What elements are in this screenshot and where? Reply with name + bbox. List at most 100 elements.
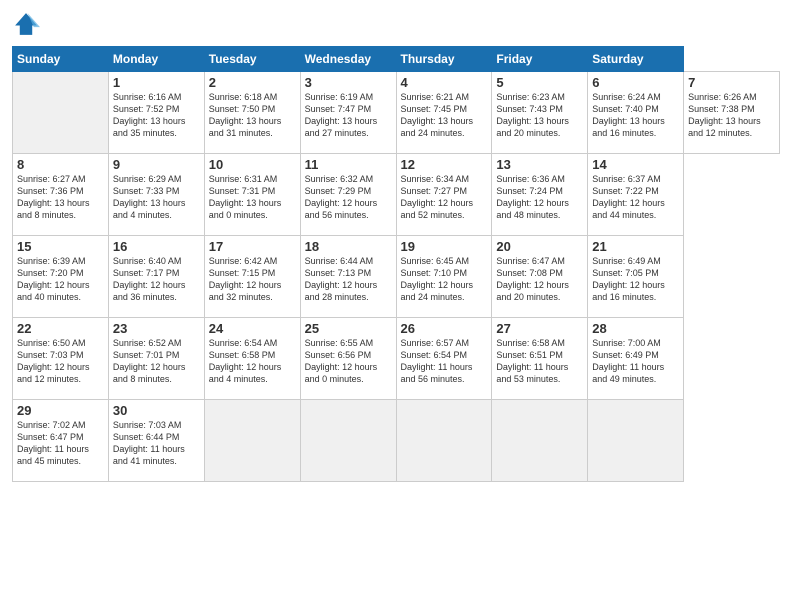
- day-number: 15: [17, 239, 104, 254]
- day-cell-10: 10Sunrise: 6:31 AMSunset: 7:31 PMDayligh…: [204, 154, 300, 236]
- day-number: 4: [401, 75, 488, 90]
- weekday-header-friday: Friday: [492, 47, 588, 72]
- day-cell-29: 29 Sunrise: 7:02 AMSunset: 6:47 PMDayligh…: [13, 400, 109, 482]
- day-number: 19: [401, 239, 488, 254]
- day-cell-4: 4 Sunrise: 6:21 AMSunset: 7:45 PMDaylight…: [396, 72, 492, 154]
- cell-info: Sunrise: 6:26 AMSunset: 7:38 PMDaylight:…: [688, 92, 761, 138]
- cell-info: Sunrise: 6:44 AMSunset: 7:13 PMDaylight:…: [305, 256, 378, 302]
- calendar-week-3: 15 Sunrise: 6:39 AMSunset: 7:20 PMDayligh…: [13, 236, 780, 318]
- day-number: 8: [17, 157, 104, 172]
- day-cell-25: 25 Sunrise: 6:55 AMSunset: 6:56 PMDayligh…: [300, 318, 396, 400]
- day-number: 6: [592, 75, 679, 90]
- day-number: 22: [17, 321, 104, 336]
- day-number: 30: [113, 403, 200, 418]
- page-header: [12, 10, 780, 38]
- cell-info: Sunrise: 6:50 AMSunset: 7:03 PMDaylight:…: [17, 338, 90, 384]
- day-cell-13: 13 Sunrise: 6:36 AMSunset: 7:24 PMDayligh…: [492, 154, 588, 236]
- day-cell-19: 19 Sunrise: 6:45 AMSunset: 7:10 PMDayligh…: [396, 236, 492, 318]
- day-number: 16: [113, 239, 200, 254]
- day-number: 27: [496, 321, 583, 336]
- cell-info: Sunrise: 6:39 AMSunset: 7:20 PMDaylight:…: [17, 256, 90, 302]
- weekday-header-wednesday: Wednesday: [300, 47, 396, 72]
- day-number: 9: [113, 157, 200, 172]
- day-number: 12: [401, 157, 488, 172]
- empty-cell: [204, 400, 300, 482]
- day-number: 5: [496, 75, 583, 90]
- cell-info: Sunrise: 6:52 AMSunset: 7:01 PMDaylight:…: [113, 338, 186, 384]
- day-cell-5: 5Sunrise: 6:23 AMSunset: 7:43 PMDaylight…: [492, 72, 588, 154]
- cell-info: Sunrise: 6:24 AMSunset: 7:40 PMDaylight:…: [592, 92, 665, 138]
- day-number: 7: [688, 75, 775, 90]
- cell-info: Sunrise: 7:00 AMSunset: 6:49 PMDaylight:…: [592, 338, 664, 384]
- day-cell-7: 7 Sunrise: 6:26 AMSunset: 7:38 PMDaylight…: [684, 72, 780, 154]
- day-cell-27: 27 Sunrise: 6:58 AMSunset: 6:51 PMDayligh…: [492, 318, 588, 400]
- day-cell-23: 23 Sunrise: 6:52 AMSunset: 7:01 PMDayligh…: [108, 318, 204, 400]
- cell-info: Sunrise: 6:58 AMSunset: 6:51 PMDaylight:…: [496, 338, 568, 384]
- day-cell-1: 1 Sunrise: 6:16 AMSunset: 7:52 PMDaylight…: [108, 72, 204, 154]
- cell-info: Sunrise: 6:45 AMSunset: 7:10 PMDaylight:…: [401, 256, 474, 302]
- day-cell-20: 20Sunrise: 6:47 AMSunset: 7:08 PMDayligh…: [492, 236, 588, 318]
- weekday-header-saturday: Saturday: [588, 47, 684, 72]
- day-number: 21: [592, 239, 679, 254]
- cell-info: Sunrise: 6:54 AMSunset: 6:58 PMDaylight:…: [209, 338, 282, 384]
- day-cell-24: 24Sunrise: 6:54 AMSunset: 6:58 PMDayligh…: [204, 318, 300, 400]
- day-cell-21: 21Sunrise: 6:49 AMSunset: 7:05 PMDayligh…: [588, 236, 684, 318]
- day-cell-28: 28Sunrise: 7:00 AMSunset: 6:49 PMDayligh…: [588, 318, 684, 400]
- cell-info: Sunrise: 6:29 AMSunset: 7:33 PMDaylight:…: [113, 174, 186, 220]
- day-number: 25: [305, 321, 392, 336]
- day-cell-30: 30 Sunrise: 7:03 AMSunset: 6:44 PMDayligh…: [108, 400, 204, 482]
- day-cell-9: 9 Sunrise: 6:29 AMSunset: 7:33 PMDaylight…: [108, 154, 204, 236]
- calendar-table: SundayMondayTuesdayWednesdayThursdayFrid…: [12, 46, 780, 482]
- day-number: 11: [305, 157, 392, 172]
- day-number: 23: [113, 321, 200, 336]
- weekday-header-monday: Monday: [108, 47, 204, 72]
- day-cell-18: 18 Sunrise: 6:44 AMSunset: 7:13 PMDayligh…: [300, 236, 396, 318]
- weekday-header-row: SundayMondayTuesdayWednesdayThursdayFrid…: [13, 47, 780, 72]
- cell-info: Sunrise: 7:03 AMSunset: 6:44 PMDaylight:…: [113, 420, 185, 466]
- day-number: 13: [496, 157, 583, 172]
- cell-info: Sunrise: 6:16 AMSunset: 7:52 PMDaylight:…: [113, 92, 186, 138]
- cell-info: Sunrise: 7:02 AMSunset: 6:47 PMDaylight:…: [17, 420, 89, 466]
- calendar-week-4: 22 Sunrise: 6:50 AMSunset: 7:03 PMDayligh…: [13, 318, 780, 400]
- day-cell-12: 12 Sunrise: 6:34 AMSunset: 7:27 PMDayligh…: [396, 154, 492, 236]
- cell-info: Sunrise: 6:34 AMSunset: 7:27 PMDaylight:…: [401, 174, 474, 220]
- empty-cell: [300, 400, 396, 482]
- weekday-header-sunday: Sunday: [13, 47, 109, 72]
- cell-info: Sunrise: 6:55 AMSunset: 6:56 PMDaylight:…: [305, 338, 378, 384]
- empty-cell: [588, 400, 684, 482]
- cell-info: Sunrise: 6:21 AMSunset: 7:45 PMDaylight:…: [401, 92, 474, 138]
- day-number: 18: [305, 239, 392, 254]
- day-cell-14: 14 Sunrise: 6:37 AMSunset: 7:22 PMDayligh…: [588, 154, 684, 236]
- cell-info: Sunrise: 6:47 AMSunset: 7:08 PMDaylight:…: [496, 256, 569, 302]
- empty-cell: [396, 400, 492, 482]
- empty-cell: [492, 400, 588, 482]
- day-number: 29: [17, 403, 104, 418]
- cell-info: Sunrise: 6:31 AMSunset: 7:31 PMDaylight:…: [209, 174, 282, 220]
- logo: [12, 10, 44, 38]
- day-cell-6: 6 Sunrise: 6:24 AMSunset: 7:40 PMDaylight…: [588, 72, 684, 154]
- calendar-week-5: 29 Sunrise: 7:02 AMSunset: 6:47 PMDayligh…: [13, 400, 780, 482]
- cell-info: Sunrise: 6:36 AMSunset: 7:24 PMDaylight:…: [496, 174, 569, 220]
- day-number: 26: [401, 321, 488, 336]
- logo-icon: [12, 10, 40, 38]
- weekday-header-thursday: Thursday: [396, 47, 492, 72]
- calendar-week-2: 8 Sunrise: 6:27 AMSunset: 7:36 PMDaylight…: [13, 154, 780, 236]
- day-cell-8: 8 Sunrise: 6:27 AMSunset: 7:36 PMDaylight…: [13, 154, 109, 236]
- day-cell-22: 22 Sunrise: 6:50 AMSunset: 7:03 PMDayligh…: [13, 318, 109, 400]
- day-number: 14: [592, 157, 679, 172]
- cell-info: Sunrise: 6:57 AMSunset: 6:54 PMDaylight:…: [401, 338, 473, 384]
- cell-info: Sunrise: 6:27 AMSunset: 7:36 PMDaylight:…: [17, 174, 90, 220]
- cell-info: Sunrise: 6:42 AMSunset: 7:15 PMDaylight:…: [209, 256, 282, 302]
- day-cell-15: 15 Sunrise: 6:39 AMSunset: 7:20 PMDayligh…: [13, 236, 109, 318]
- day-number: 2: [209, 75, 296, 90]
- day-cell-11: 11Sunrise: 6:32 AMSunset: 7:29 PMDayligh…: [300, 154, 396, 236]
- day-number: 1: [113, 75, 200, 90]
- calendar-week-1: 1 Sunrise: 6:16 AMSunset: 7:52 PMDaylight…: [13, 72, 780, 154]
- weekday-header-tuesday: Tuesday: [204, 47, 300, 72]
- day-cell-16: 16Sunrise: 6:40 AMSunset: 7:17 PMDayligh…: [108, 236, 204, 318]
- empty-cell: [13, 72, 109, 154]
- day-cell-26: 26 Sunrise: 6:57 AMSunset: 6:54 PMDayligh…: [396, 318, 492, 400]
- day-cell-3: 3Sunrise: 6:19 AMSunset: 7:47 PMDaylight…: [300, 72, 396, 154]
- cell-info: Sunrise: 6:37 AMSunset: 7:22 PMDaylight:…: [592, 174, 665, 220]
- day-number: 3: [305, 75, 392, 90]
